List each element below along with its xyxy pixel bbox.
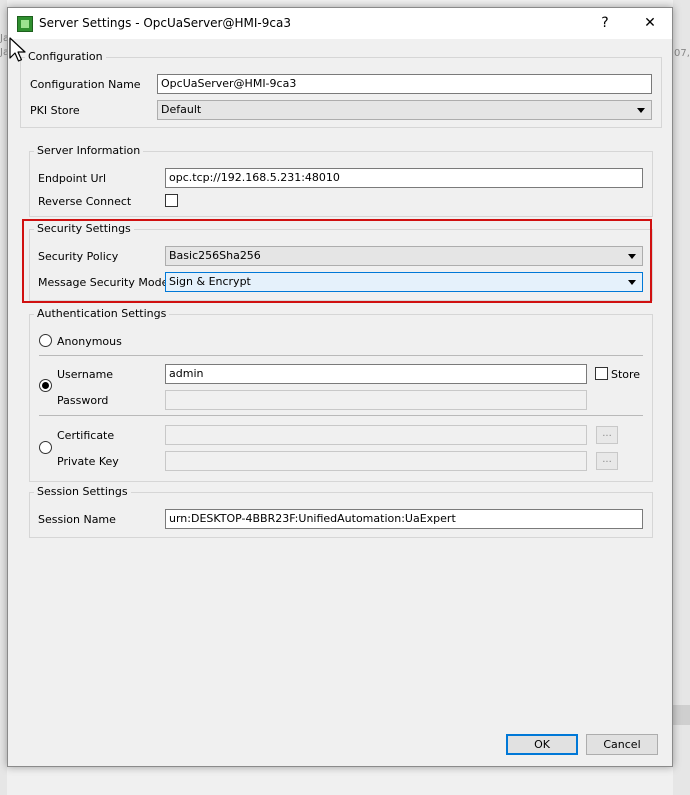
certificate-input[interactable]: [165, 425, 587, 445]
window-title: Server Settings - OpcUaServer@HMI-9ca3: [39, 16, 291, 30]
session-name-label: Session Name: [38, 513, 116, 526]
close-button[interactable]: ✕: [635, 12, 665, 35]
mouse-cursor-icon: [9, 37, 26, 62]
background-text-fragment: 07,: [674, 48, 690, 59]
configuration-group-title: Configuration: [25, 50, 106, 63]
chevron-down-icon: [637, 108, 645, 113]
private-key-browse-button[interactable]: ...: [596, 452, 618, 470]
username-label: Username: [57, 368, 114, 381]
background-window-strip-left: [0, 0, 7, 795]
certificate-label: Certificate: [57, 429, 115, 442]
server-information-group: Server Information Endpoint Url opc.tcp:…: [29, 144, 653, 217]
authentication-settings-group-title: Authentication Settings: [34, 307, 170, 320]
pki-store-select[interactable]: Default: [157, 100, 652, 120]
private-key-input[interactable]: [165, 451, 587, 471]
session-name-input[interactable]: urn:DESKTOP-4BBR23F:UnifiedAutomation:Ua…: [165, 509, 643, 529]
app-icon: [17, 16, 33, 32]
username-radio[interactable]: [39, 379, 52, 392]
anonymous-label: Anonymous: [57, 335, 122, 348]
title-bar: Server Settings - OpcUaServer@HMI-9ca3 ?…: [8, 8, 672, 39]
background-scrollbar: [673, 705, 690, 725]
endpoint-url-label: Endpoint Url: [38, 172, 107, 185]
ok-button[interactable]: OK: [506, 734, 578, 755]
background-window-strip-right: [673, 0, 690, 795]
store-checkbox[interactable]: [595, 367, 608, 380]
username-input[interactable]: admin: [165, 364, 587, 384]
reverse-connect-label: Reverse Connect: [38, 195, 132, 208]
private-key-label: Private Key: [57, 455, 119, 468]
auth-divider: [39, 415, 643, 416]
configuration-name-label: Configuration Name: [30, 78, 141, 91]
session-settings-group: Session Settings Session Name urn:DESKTO…: [29, 485, 653, 538]
security-highlight-box: [22, 219, 652, 303]
help-button[interactable]: ?: [590, 12, 620, 35]
pki-store-value: Default: [161, 103, 202, 116]
password-label: Password: [57, 394, 109, 407]
auth-divider: [39, 355, 643, 356]
session-settings-group-title: Session Settings: [34, 485, 131, 498]
endpoint-url-input[interactable]: opc.tcp://192.168.5.231:48010: [165, 168, 643, 188]
authentication-settings-group: Authentication Settings Anonymous Userna…: [29, 307, 653, 482]
reverse-connect-checkbox[interactable]: [165, 194, 178, 207]
pki-store-label: PKI Store: [30, 104, 80, 117]
configuration-name-input[interactable]: OpcUaServer@HMI-9ca3: [157, 74, 652, 94]
certificate-radio[interactable]: [39, 441, 52, 454]
server-settings-dialog: Server Settings - OpcUaServer@HMI-9ca3 ?…: [7, 7, 673, 767]
server-information-group-title: Server Information: [34, 144, 144, 157]
store-label: Store: [611, 368, 641, 381]
cancel-button[interactable]: Cancel: [586, 734, 658, 755]
certificate-browse-button[interactable]: ...: [596, 426, 618, 444]
anonymous-radio[interactable]: [39, 334, 52, 347]
configuration-group: Configuration Configuration Name OpcUaSe…: [20, 50, 662, 128]
password-input[interactable]: [165, 390, 587, 410]
